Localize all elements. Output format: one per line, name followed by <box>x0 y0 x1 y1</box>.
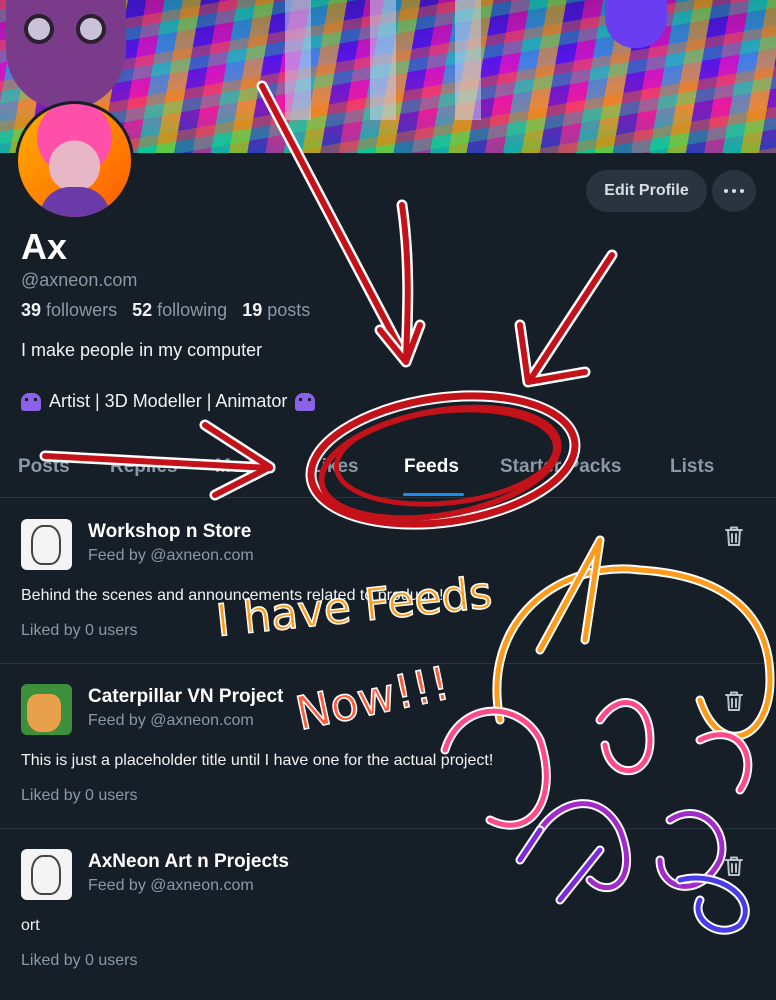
alien-monster-icon <box>21 392 41 411</box>
feed-likes[interactable]: Liked by 0 users <box>21 787 138 805</box>
display-name: Ax <box>21 226 68 267</box>
posts-count: 19 posts <box>242 300 311 320</box>
following-link[interactable]: 52 following <box>132 300 227 320</box>
tab-likes[interactable]: Likes <box>310 456 359 478</box>
feed-title: Caterpillar VN Project <box>88 686 284 707</box>
trash-icon[interactable] <box>724 855 744 877</box>
feed-item[interactable]: Workshop n Store Feed by @axneon.com Beh… <box>0 499 776 664</box>
tab-media[interactable]: Media <box>215 456 269 478</box>
bio-line-2: Artist | 3D Modeller | Animator <box>21 391 316 412</box>
feed-item[interactable]: AxNeon Art n Projects Feed by @axneon.co… <box>0 829 776 994</box>
ellipsis-icon <box>722 189 746 193</box>
feed-likes[interactable]: Liked by 0 users <box>21 952 138 970</box>
bio-line-1: I make people in my computer <box>21 340 263 360</box>
tab-posts[interactable]: Posts <box>18 456 70 478</box>
feed-description: ort <box>21 917 40 934</box>
feed-thumbnail <box>21 519 72 570</box>
followers-link[interactable]: 39 followers <box>21 300 117 320</box>
active-tab-indicator <box>403 493 464 496</box>
feed-thumbnail <box>21 684 72 735</box>
tab-feeds[interactable]: Feeds <box>404 456 459 478</box>
feed-description: This is just a placeholder title until I… <box>21 752 494 769</box>
profile-handle: @axneon.com <box>21 270 138 290</box>
alien-monster-icon <box>295 392 316 411</box>
feed-likes[interactable]: Liked by 0 users <box>21 622 138 640</box>
avatar[interactable] <box>15 101 134 220</box>
feed-title: AxNeon Art n Projects <box>88 851 289 872</box>
arrow-from-top-right <box>514 249 618 388</box>
tab-lists[interactable]: Lists <box>670 456 714 478</box>
profile-stats: 39 followers 52 following 19 posts <box>21 300 310 321</box>
tab-replies[interactable]: Replies <box>110 456 178 478</box>
arrow-down-to-feeds <box>374 199 426 368</box>
feed-author: Feed by @axneon.com <box>88 712 254 729</box>
more-options-button[interactable] <box>712 170 756 212</box>
trash-icon[interactable] <box>724 690 744 712</box>
banner-creature <box>605 0 667 48</box>
feed-title: Workshop n Store <box>88 521 252 542</box>
feed-author: Feed by @axneon.com <box>88 877 254 894</box>
feed-description: Behind the scenes and announcements rela… <box>21 587 444 604</box>
feed-item[interactable]: Caterpillar VN Project Feed by @axneon.c… <box>0 664 776 829</box>
edit-profile-button[interactable]: Edit Profile <box>586 170 707 212</box>
tab-starter-packs[interactable]: Starter Packs <box>500 456 621 478</box>
banner-character-face <box>6 0 126 110</box>
feed-thumbnail <box>21 849 72 900</box>
feed-author: Feed by @axneon.com <box>88 547 254 564</box>
profile-tabs: Posts Replies Media Likes Feeds Starter … <box>0 440 776 498</box>
trash-icon[interactable] <box>724 525 744 547</box>
